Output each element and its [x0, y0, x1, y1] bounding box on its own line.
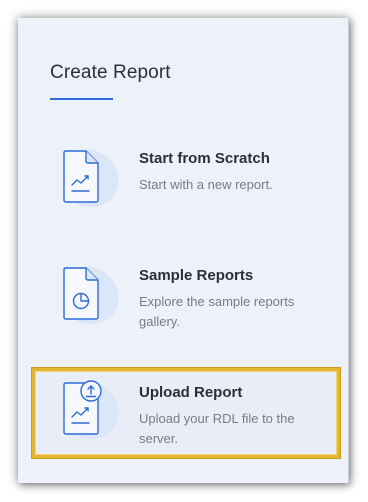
option-description: Start with a new report. [139, 177, 273, 192]
option-title: Start from Scratch [139, 150, 270, 167]
option-description: Explore the sample reports gallery. [139, 294, 295, 329]
document-chart-icon [63, 149, 119, 208]
option-title: Sample Reports [139, 267, 254, 284]
document-pie-icon [63, 266, 119, 325]
start-from-scratch-option[interactable]: Start from Scratch Start with a new repo… [32, 133, 340, 213]
create-report-panel: Create Report Start from Scratch Start w… [18, 18, 349, 483]
option-description: Upload your RDL file to the server. [139, 411, 295, 446]
sample-reports-option[interactable]: Sample Reports Explore the sample report… [32, 250, 340, 330]
document-upload-icon [63, 380, 119, 440]
title-underline [50, 98, 113, 100]
panel-title: Create Report [50, 62, 171, 83]
option-title: Upload Report [139, 384, 243, 401]
upload-report-option[interactable]: Upload Report Upload your RDL file to th… [32, 368, 340, 458]
